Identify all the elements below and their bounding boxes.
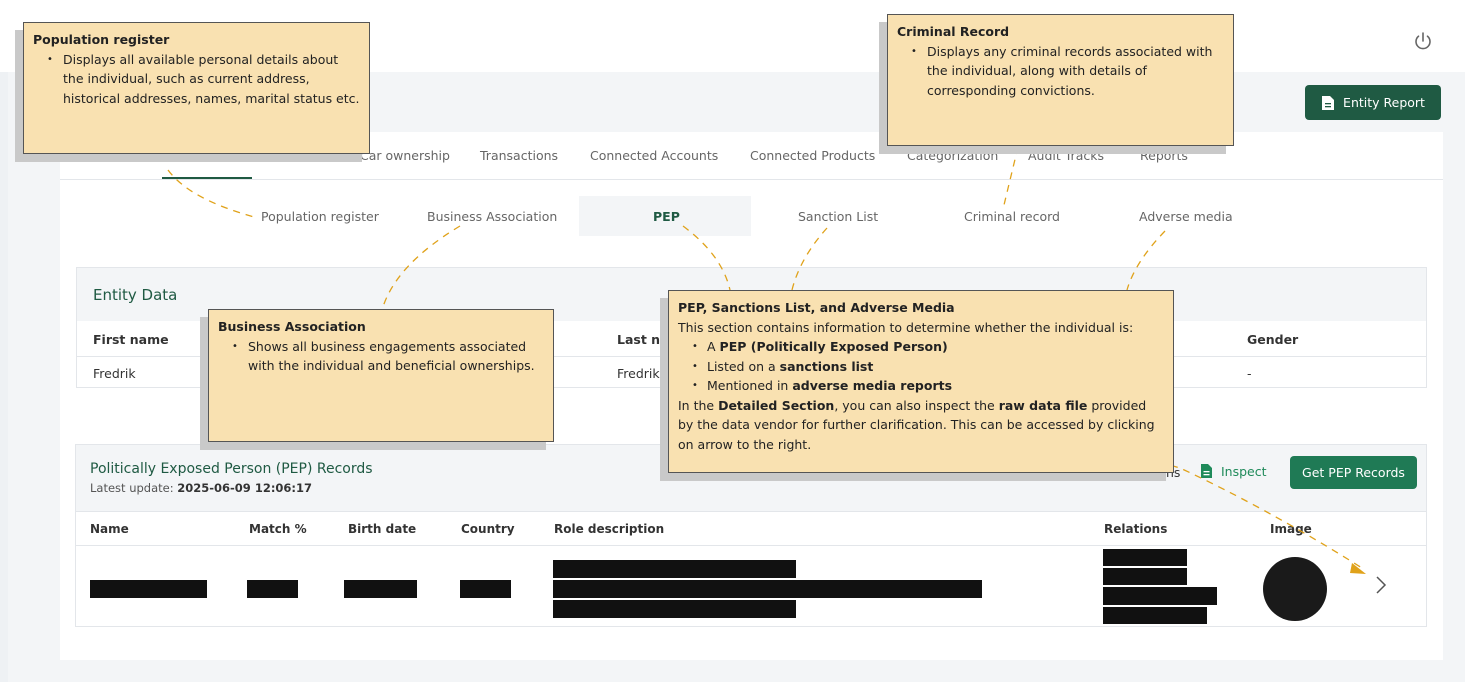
col-first-name: First name <box>93 332 169 347</box>
col-birth-date: Birth date <box>348 522 417 536</box>
subtab-business-association[interactable]: Business Association <box>427 209 557 224</box>
note-bullet: A PEP (Politically Exposed Person) <box>678 337 1164 357</box>
note-title: PEP, Sanctions List, and Adverse Media <box>678 300 955 315</box>
note-business-association: Business Association Shows all business … <box>208 309 554 442</box>
entity-report-label: Entity Report <box>1343 95 1425 110</box>
left-gutter <box>0 72 8 682</box>
col-image: Image <box>1270 522 1312 536</box>
redacted-role-line <box>553 560 796 578</box>
col-relations: Relations <box>1104 522 1168 536</box>
col-name: Name <box>90 522 129 536</box>
divider <box>76 545 1426 546</box>
tab-connected-products[interactable]: Connected Products <box>750 148 875 163</box>
redacted-relation <box>1103 607 1207 624</box>
redacted-relation <box>1103 568 1187 585</box>
redacted-role-line <box>553 580 982 598</box>
subtab-criminal-record[interactable]: Criminal record <box>964 209 1060 224</box>
redacted-relation <box>1103 549 1187 566</box>
note-criminal-record: Criminal Record Displays any criminal re… <box>887 14 1234 146</box>
note-bullet: Mentioned in adverse media reports <box>678 376 1164 396</box>
inspect-label: Inspect <box>1221 463 1267 479</box>
note-population-register: Population register Displays all availab… <box>23 22 370 154</box>
subtab-pep[interactable]: PEP <box>653 209 680 224</box>
col-gender: Gender <box>1247 332 1299 347</box>
subtab-adverse-media[interactable]: Adverse media <box>1139 209 1233 224</box>
first-name-value: Fredrik <box>93 366 136 381</box>
document-icon <box>1201 464 1212 478</box>
note-detail-text: In the Detailed Section, you can also in… <box>678 397 1155 452</box>
note-bullet: Displays any criminal records associated… <box>897 42 1224 101</box>
get-pep-records-button[interactable]: Get PEP Records <box>1290 456 1417 489</box>
inspect-button[interactable]: Inspect <box>1200 463 1267 479</box>
subtab-sanction-list[interactable]: Sanction List <box>798 209 878 224</box>
note-title: Criminal Record <box>897 24 1010 39</box>
avatar <box>1263 557 1327 621</box>
tab-reports[interactable]: Reports <box>1140 148 1188 163</box>
note-pep-sanctions-adverse: PEP, Sanctions List, and Adverse Media T… <box>668 290 1174 473</box>
tab-car-ownership[interactable]: Car ownership <box>360 148 450 163</box>
redacted-role-line <box>553 600 796 618</box>
note-bullet: Listed on a sanctions list <box>678 357 1164 377</box>
col-country: Country <box>461 522 515 536</box>
col-match: Match % <box>249 522 307 536</box>
note-bullet: Displays all available personal details … <box>33 50 360 109</box>
tab-categorization[interactable]: Categorization <box>907 148 998 163</box>
col-role-description: Role description <box>554 522 665 536</box>
gender-value: - <box>1247 366 1252 381</box>
redacted-name <box>90 580 207 598</box>
chevron-right-icon[interactable] <box>1374 574 1388 596</box>
redacted-country <box>460 580 511 598</box>
pep-latest-update: Latest update: 2025-06-09 12:06:17 <box>90 481 313 495</box>
note-intro: This section contains information to det… <box>678 319 1134 335</box>
tab-connected-accounts[interactable]: Connected Accounts <box>590 148 718 163</box>
entity-report-button[interactable]: Entity Report <box>1305 85 1441 120</box>
tab-transactions[interactable]: Transactions <box>480 148 558 163</box>
tab-audit-tracks[interactable]: Audit Tracks <box>1028 148 1104 163</box>
note-title: Population register <box>33 32 170 47</box>
active-tab-indicator <box>162 177 252 179</box>
subtab-population-register[interactable]: Population register <box>261 209 379 224</box>
note-bullet: Shows all business engagements associate… <box>218 337 544 376</box>
last-name-value: Fredrikss <box>617 366 673 381</box>
redacted-relation <box>1103 587 1217 605</box>
redacted-match <box>247 580 298 598</box>
redacted-birth-date <box>344 580 417 598</box>
pep-records-title: Politically Exposed Person (PEP) Records <box>90 461 373 477</box>
power-icon[interactable] <box>1411 29 1435 53</box>
note-title: Business Association <box>218 319 366 334</box>
document-icon <box>1322 95 1335 110</box>
entity-data-title: Entity Data <box>93 286 178 304</box>
